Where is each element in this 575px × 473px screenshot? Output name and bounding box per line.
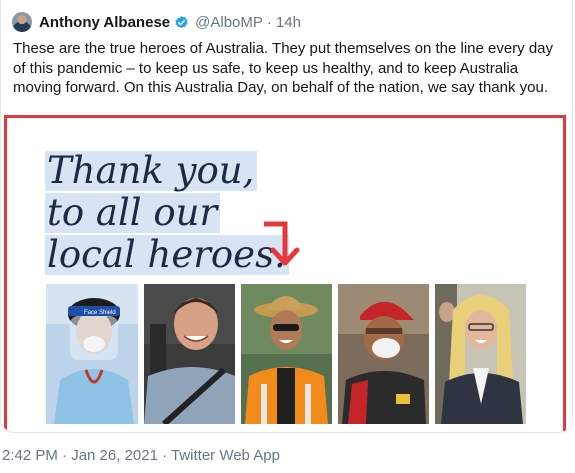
truck-driver-photo bbox=[144, 284, 235, 424]
headline-line: to all our bbox=[45, 193, 221, 233]
arrow-down-right-icon bbox=[264, 221, 300, 266]
headline-line: Thank you, bbox=[45, 151, 258, 191]
tweet-media-image[interactable]: Thank you, to all our local heroes. Face… bbox=[1, 110, 572, 432]
tweet-card: Anthony Albanese @AlboMP · 14h These are… bbox=[0, 0, 573, 433]
tweet-footer[interactable]: 2:42 PM · Jan 26, 2021 · Twitter Web App bbox=[2, 447, 280, 464]
separator-dot: · bbox=[266, 13, 272, 31]
headline-line: local heroes. bbox=[45, 235, 289, 275]
author-name[interactable]: Anthony Albanese bbox=[39, 14, 170, 31]
road-worker-photo bbox=[241, 284, 332, 424]
author-handle[interactable]: @AlboMP bbox=[195, 14, 263, 31]
verified-badge-icon bbox=[175, 15, 188, 28]
tweet-time[interactable]: 14h bbox=[276, 14, 301, 31]
headline: Thank you, to all our local heroes. bbox=[45, 151, 289, 277]
avatar[interactable] bbox=[12, 12, 32, 32]
tweet-text: These are the true heroes of Australia. … bbox=[13, 40, 554, 96]
delivery-worker-photo bbox=[338, 284, 429, 424]
healthcare-worker-photo: Face Shield bbox=[46, 284, 138, 424]
tweet-header: Anthony Albanese @AlboMP · 14h bbox=[12, 11, 301, 33]
svg-text:Face Shield: Face Shield bbox=[84, 310, 116, 316]
retail-worker-photo bbox=[435, 284, 526, 424]
